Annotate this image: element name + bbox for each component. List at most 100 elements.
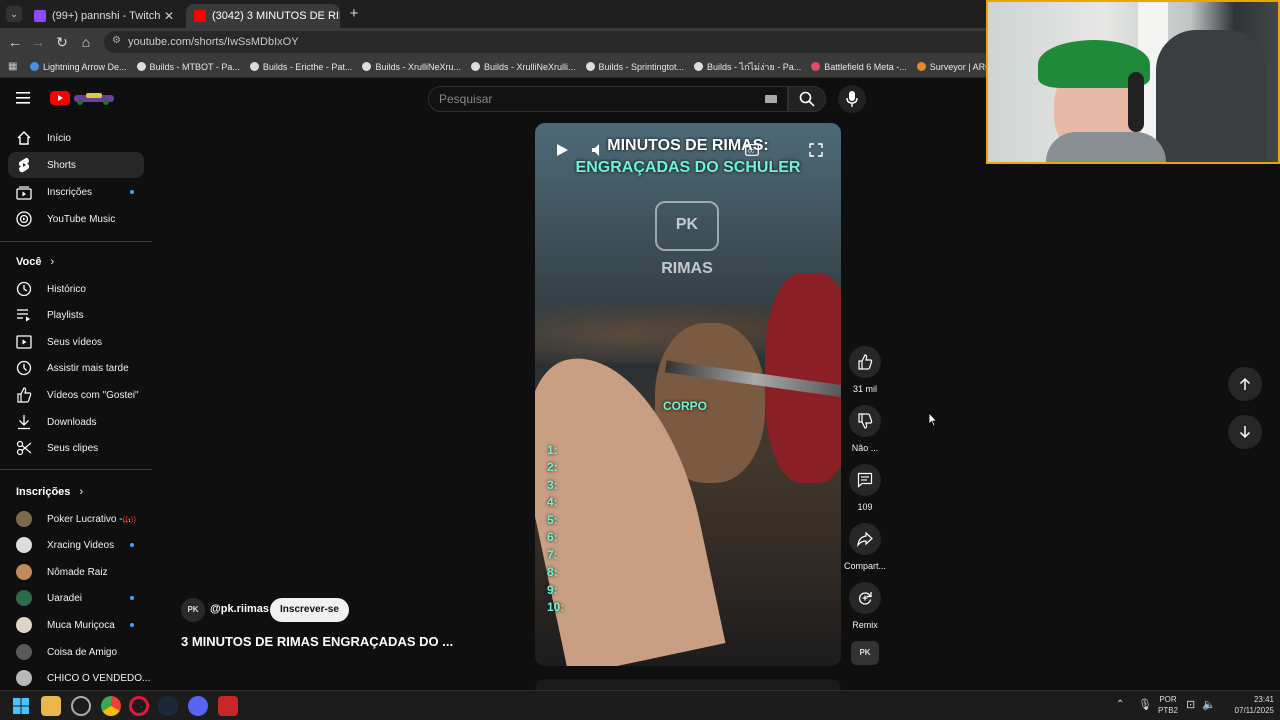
voice-search-button[interactable] <box>838 85 866 113</box>
captions-button[interactable]: cc <box>745 144 759 156</box>
channel-avatar[interactable]: PK <box>181 598 205 622</box>
sidebar-subscriptions-heading[interactable]: Inscrições › <box>16 486 83 498</box>
bookmark-item[interactable]: Builds - Sprintingtot... <box>585 62 684 72</box>
tab-search-button[interactable]: ⌄ <box>6 6 22 22</box>
sidebar-item-home[interactable]: Início <box>8 125 144 151</box>
clock[interactable]: 23:41 07/11/2025 <box>1218 694 1274 716</box>
sidebar-channel[interactable]: Nômade Raiz <box>8 559 144 585</box>
video-watermark: PK RIMAS <box>655 201 719 277</box>
bookmark-item[interactable]: Battlefield 6 Meta -... <box>811 62 907 72</box>
dislike-circle[interactable] <box>849 405 881 437</box>
dislike-button[interactable]: Não ... <box>840 405 890 453</box>
bookmark-item[interactable]: Builds - MTBOT - Pa... <box>136 62 240 72</box>
chrome-icon[interactable] <box>101 696 121 716</box>
windows-icon <box>13 698 29 714</box>
sidebar-item-your-videos[interactable]: Seus vídeos <box>8 329 144 355</box>
menu-icon[interactable] <box>16 91 32 105</box>
forward-icon[interactable]: → <box>28 32 48 52</box>
sidebar-item-history[interactable]: Histórico <box>8 276 144 302</box>
app-icon[interactable] <box>218 696 238 716</box>
discord-icon[interactable] <box>188 696 208 716</box>
sidebar-item-subscriptions[interactable]: Inscrições <box>8 179 144 205</box>
channel-name: Coisa de Amigo <box>47 646 118 658</box>
previous-short-button[interactable] <box>1228 367 1262 401</box>
bookmark-item[interactable]: Lightning Arrow De... <box>30 62 127 72</box>
sidebar-you-heading[interactable]: Você › <box>16 256 54 268</box>
video-number-label: 8: <box>547 565 558 579</box>
microphone-icon[interactable]: 🎙 <box>1138 698 1152 711</box>
reload-icon[interactable]: ↻ <box>52 32 72 52</box>
sidebar-item-downloads[interactable]: Downloads <box>8 409 144 435</box>
play-button[interactable] <box>555 143 569 157</box>
channel-handle[interactable]: @pk.riimas <box>210 603 269 615</box>
sidebar-item-clips[interactable]: Seus clipes <box>8 435 144 461</box>
sidebar-item-watch-later[interactable]: Assistir mais tarde <box>8 355 144 381</box>
home-button-icon[interactable]: ⌂ <box>76 32 96 52</box>
sidebar-channel[interactable]: Xracing Videos <box>8 532 144 558</box>
youtube-favicon-icon <box>194 10 206 22</box>
volume-button[interactable] <box>591 143 605 157</box>
share-circle[interactable] <box>849 523 881 555</box>
youtube-logo[interactable] <box>50 90 118 106</box>
bookmark-item[interactable]: Builds - XrulliNeXru... <box>362 62 461 72</box>
address-bar[interactable]: ⚙ youtube.com/shorts/IwSsMDbIxOY <box>104 31 1004 53</box>
bookmark-item[interactable]: Builds - XrulliNeXrulli... <box>470 62 576 72</box>
sidebar-item-liked-videos[interactable]: Vídeos com "Gostei" <box>8 382 144 408</box>
steam-icon[interactable] <box>158 696 178 716</box>
new-tab-button[interactable]: + <box>346 5 362 23</box>
windows-start-button[interactable] <box>11 696 31 716</box>
fullscreen-button[interactable] <box>809 143 823 157</box>
sidebar-item-label: Início <box>47 132 71 144</box>
back-icon[interactable]: ← <box>5 32 25 52</box>
remix-button[interactable]: Remix <box>840 582 890 630</box>
language-code: POR <box>1159 695 1177 704</box>
webcam-overlay <box>986 0 1280 164</box>
app-icon[interactable] <box>71 696 91 716</box>
audio-track-thumbnail[interactable]: PK <box>851 641 879 665</box>
speaker-icon[interactable]: 🔈 <box>1202 698 1216 711</box>
next-short-preview[interactable] <box>535 679 841 690</box>
keyboard-icon[interactable] <box>765 95 777 103</box>
remix-circle[interactable] <box>849 582 881 614</box>
file-explorer-icon[interactable] <box>41 696 61 716</box>
sidebar-item-shorts[interactable]: Shorts <box>8 152 144 178</box>
site-info-icon[interactable]: ⚙ <box>112 35 121 46</box>
opera-icon[interactable] <box>129 696 149 716</box>
section-heading: Você <box>16 256 42 268</box>
search-button[interactable] <box>788 86 826 112</box>
bookmark-item[interactable]: Builds - Ericthe - Pat... <box>249 62 352 72</box>
sidebar-item-youtube-music[interactable]: YouTube Music <box>8 206 144 232</box>
bookmark-item[interactable]: Builds - ไก่ไม่ง่าย - Pa... <box>694 60 801 74</box>
close-tab-icon[interactable]: ✕ <box>164 9 174 23</box>
sidebar-channel[interactable]: Uaradei <box>8 585 144 611</box>
sidebar-item-label: Downloads <box>47 416 97 428</box>
search-input[interactable]: Pesquisar <box>428 86 788 112</box>
tab-twitch[interactable]: (99+) pannshi - Twitch ✕ <box>26 4 182 28</box>
sidebar-item-playlists[interactable]: Playlists <box>8 302 144 328</box>
language-indicator[interactable]: POR PTB2 <box>1156 694 1180 716</box>
sidebar-channel[interactable]: Poker Lucrativo -... ((•)) <box>8 506 144 532</box>
channel-name: Xracing Videos <box>47 539 115 551</box>
network-icon[interactable]: ⊡ <box>1186 698 1195 711</box>
comments-button[interactable]: 109 <box>840 464 890 512</box>
video-number-label: 1: <box>547 443 558 457</box>
video-title[interactable]: 3 MINUTOS DE RIMAS ENGRAÇADAS DO ... <box>181 634 453 649</box>
next-short-button[interactable] <box>1228 415 1262 449</box>
remix-label: Remix <box>852 620 878 630</box>
sidebar-channel[interactable]: Coisa de Amigo <box>8 639 144 665</box>
tab-youtube[interactable]: (3042) 3 MINUTOS DE RIM 🔊 ✕ <box>186 4 340 28</box>
share-button[interactable]: Compart... <box>840 523 890 571</box>
avatar <box>16 590 32 606</box>
subscribe-button[interactable]: Inscrever-se <box>270 598 349 622</box>
sidebar-channel[interactable]: CHICO O VENDEDO... <box>8 665 150 691</box>
like-circle[interactable] <box>849 346 881 378</box>
apps-icon[interactable]: ▦ <box>8 61 17 72</box>
remix-icon <box>858 592 872 605</box>
like-count: 31 mil <box>852 384 877 394</box>
comments-circle[interactable] <box>849 464 881 496</box>
like-button[interactable]: 31 mil <box>840 346 890 394</box>
video-number-label: 4: <box>547 495 558 509</box>
sidebar-channel[interactable]: Muca Muriçoca <box>8 612 144 638</box>
chevron-up-icon[interactable]: ⌃ <box>1116 699 1124 710</box>
short-video-player[interactable]: PK RIMAS MINUTOS DE RIMAS: ENGRAÇADAS DO… <box>535 123 841 666</box>
